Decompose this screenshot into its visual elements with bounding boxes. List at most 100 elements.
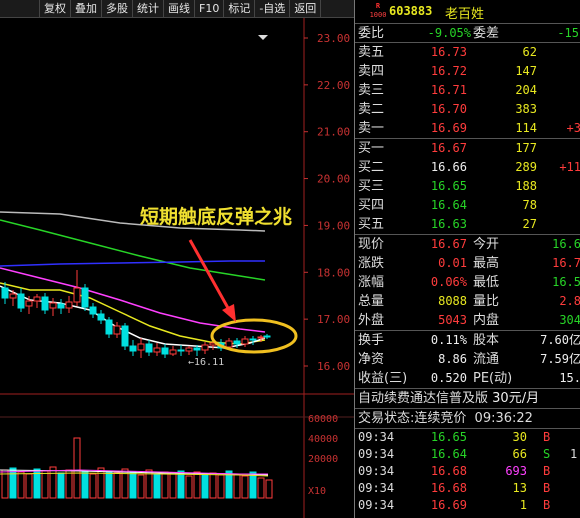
trade-status-label: 交易状态: <box>358 411 415 426</box>
volume-bar <box>9 467 17 499</box>
candle-body <box>81 287 89 308</box>
book-level-label: 卖四 <box>358 64 385 79</box>
price-axis-label: 16.00 <box>317 360 350 373</box>
fin-label: 流通 <box>473 352 500 367</box>
candle-body <box>225 340 233 348</box>
trade-time: 09:34 <box>358 447 395 461</box>
toolbar-drawline-button[interactable]: 画线 <box>164 0 195 18</box>
toolbar-f10-button[interactable]: F10 <box>195 0 225 18</box>
trade-side: B <box>543 464 551 478</box>
stat-value: 0.01 <box>438 256 467 270</box>
book-price: 16.71 <box>430 83 467 97</box>
candle-body <box>49 302 57 309</box>
kline-chart-svg[interactable]: 23.00 22.00 21.00 20.00 19.00 18.00 17.00 16.00… <box>0 18 354 518</box>
quote-panel: R 1000 603883 老百姓 委比 -9.05% 委差 -15 卖五 16.… <box>354 0 580 518</box>
toolbar-back-button[interactable]: 返回 <box>290 0 322 18</box>
fin-value: 7.59亿 <box>540 352 580 366</box>
volume-multiplier-label: X10 <box>308 486 326 497</box>
price-axis-label: 19.00 <box>317 219 350 232</box>
fin-label: PE(动) <box>473 371 513 386</box>
stat-label: 外盘 <box>358 313 385 328</box>
volume-bar <box>129 471 137 499</box>
book-level-label: 买一 <box>358 141 385 156</box>
ask-row[interactable]: 卖二 16.70 383 <box>355 100 580 119</box>
kline-chart-area[interactable]: 23.00 22.00 21.00 20.00 19.00 18.00 17.00 16.00… <box>0 18 354 518</box>
book-price: 16.64 <box>430 198 467 212</box>
stat-value: 16.6 <box>552 237 580 251</box>
toolbar-blank-button[interactable] <box>0 0 40 18</box>
ask-row[interactable]: 卖四 16.72 147 <box>355 62 580 81</box>
volume-bar <box>257 477 265 499</box>
fin-value: 8.86 <box>438 352 467 366</box>
volume-bar <box>97 467 105 499</box>
financing-badge: R 1000 <box>369 2 387 20</box>
stat-value: 8088 <box>438 294 467 308</box>
book-level-label: 卖五 <box>358 45 385 60</box>
weicha-value: -15 <box>557 26 579 40</box>
toolbar-multistock-button[interactable]: 多股 <box>102 0 133 18</box>
book-volume: 289 <box>515 160 537 174</box>
trade-side: B <box>543 481 551 495</box>
ask-row[interactable]: 卖一 16.69 114 +3 <box>355 119 580 138</box>
bid-row[interactable]: 买二 16.66 289 +11 <box>355 158 580 177</box>
book-volume: 188 <box>515 179 537 193</box>
price-axis-label: 17.00 <box>317 313 350 326</box>
candle-body <box>73 287 81 303</box>
price-axis-label: 23.00 <box>317 32 350 45</box>
book-price: 16.67 <box>430 141 467 155</box>
volume-bar <box>161 471 169 499</box>
toolbar-mark-button[interactable]: 标记 <box>224 0 256 18</box>
low-price-marker: ←16.11 <box>188 357 224 368</box>
book-change: +3 <box>566 121 580 135</box>
promo-banner[interactable]: 自动续费通达信普及版 30元/月 <box>355 389 580 409</box>
trade-time: 09:34 <box>358 481 395 495</box>
bid-row[interactable]: 买四 16.64 78 <box>355 196 580 215</box>
book-level-label: 买三 <box>358 179 385 194</box>
stat-label: 内盘 <box>473 313 500 328</box>
volume-bar <box>169 472 177 499</box>
trade-volume: 30 <box>512 430 527 444</box>
stat-label: 最低 <box>473 275 500 290</box>
book-volume: 114 <box>515 121 537 135</box>
candle-body <box>153 347 161 353</box>
fin-row: 净资 8.86 流通 7.59亿 <box>355 350 580 369</box>
volume-bar <box>185 475 193 499</box>
weibi-value: -9.05% <box>427 26 471 40</box>
bid-row[interactable]: 买五 16.63 27 <box>355 215 580 234</box>
toolbar-stats-button[interactable]: 统计 <box>133 0 164 18</box>
tick-trades-list[interactable]: 09:34 16.65 30 B 09:34 16.64 66 S 1 09:34 16.68 693… <box>355 429 580 514</box>
bid-row[interactable]: 买三 16.65 188 <box>355 177 580 196</box>
volume-bar <box>49 466 57 499</box>
volume-bar <box>25 473 33 499</box>
stat-value: 16.5 <box>552 275 580 289</box>
candle-body <box>65 301 73 309</box>
trade-extra: 1 <box>570 447 578 461</box>
volume-bar <box>201 473 209 499</box>
bid-row[interactable]: 买一 16.67 177 <box>355 139 580 158</box>
book-volume: 177 <box>515 141 537 155</box>
book-volume: 62 <box>522 45 537 59</box>
toolbar-remove-watchlist-button[interactable]: -自选 <box>255 0 291 18</box>
candle-body <box>263 335 271 338</box>
candle-body <box>257 336 265 339</box>
toolbar-overlay-button[interactable]: 叠加 <box>71 0 102 18</box>
trade-time: 09:34 <box>358 464 395 478</box>
candle-body <box>89 306 97 315</box>
ask-row[interactable]: 卖三 16.71 204 <box>355 81 580 100</box>
fin-label: 股本 <box>473 333 500 348</box>
candle-body <box>33 296 41 302</box>
ask-row[interactable]: 卖五 16.73 62 <box>355 43 580 62</box>
candle-body <box>25 300 33 307</box>
promo-text: 自动续费通达信普及版 <box>358 391 489 406</box>
volume-bar <box>233 473 241 499</box>
trade-status-time: 09:36:22 <box>474 411 533 426</box>
toolbar-fuquan-button[interactable]: 复权 <box>40 0 71 18</box>
trade-volume: 13 <box>512 481 527 495</box>
fin-value: 0.11% <box>430 333 467 347</box>
dropdown-triangle-icon[interactable] <box>258 35 268 40</box>
trade-row: 09:34 16.68 693 B <box>355 463 580 480</box>
trade-time: 09:34 <box>358 430 395 444</box>
trade-side: B <box>543 498 551 512</box>
trade-row: 09:34 16.65 30 B <box>355 429 580 446</box>
candle-body <box>41 296 49 311</box>
